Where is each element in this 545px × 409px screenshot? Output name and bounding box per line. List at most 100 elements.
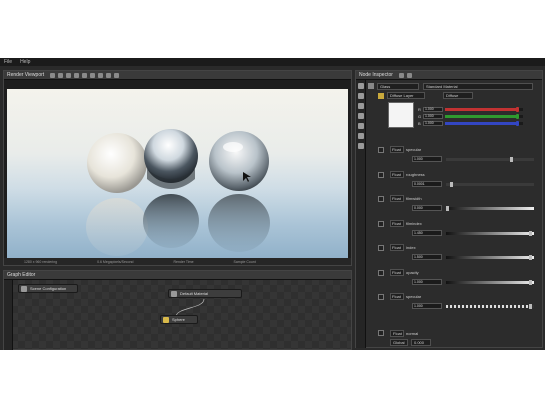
param-value-field[interactable]: 0.0001 bbox=[412, 180, 442, 187]
settings-icon[interactable] bbox=[114, 72, 120, 78]
layer-icon bbox=[378, 92, 384, 99]
param-checkbox[interactable] bbox=[378, 196, 384, 202]
grid-icon[interactable] bbox=[358, 93, 364, 99]
param-type-select[interactable]: Float bbox=[390, 170, 404, 178]
back-icon[interactable] bbox=[368, 83, 374, 89]
param-value-field[interactable]: 0.000 bbox=[412, 205, 442, 211]
param-value-field[interactable]: 1.500 bbox=[412, 254, 442, 260]
channel-red-knob[interactable] bbox=[515, 107, 519, 112]
param-name: index bbox=[406, 245, 416, 250]
param-value-field[interactable]: 1.000 bbox=[412, 278, 442, 285]
param-checkbox[interactable] bbox=[378, 294, 384, 300]
param-checkbox[interactable] bbox=[378, 269, 384, 276]
param-slider-knob[interactable] bbox=[529, 279, 533, 285]
param-slider[interactable] bbox=[446, 279, 534, 285]
param-slider[interactable] bbox=[446, 230, 534, 236]
search-icon[interactable] bbox=[358, 103, 364, 109]
refresh-icon[interactable] bbox=[66, 72, 72, 78]
param-type-select[interactable]: Float bbox=[390, 195, 404, 202]
sphere-node-label: Sphere bbox=[172, 317, 185, 322]
select-icon[interactable] bbox=[90, 72, 96, 78]
param-type-select[interactable]: Float bbox=[390, 268, 404, 276]
param-slider[interactable] bbox=[446, 206, 534, 211]
param-type-select[interactable]: Float bbox=[390, 244, 404, 251]
sphere-reflection-pearl bbox=[86, 198, 148, 256]
lock-icon[interactable] bbox=[406, 72, 412, 78]
color-swatch[interactable] bbox=[388, 102, 414, 128]
status-samples: Sample Count bbox=[233, 259, 256, 264]
param-checkbox[interactable] bbox=[378, 147, 384, 153]
channel-blue-slider[interactable] bbox=[445, 121, 523, 126]
camera-icon[interactable] bbox=[98, 72, 104, 78]
channel-green-slider[interactable] bbox=[445, 114, 523, 119]
param-slider[interactable] bbox=[446, 157, 534, 162]
param-slider[interactable] bbox=[446, 255, 534, 260]
param-slider[interactable] bbox=[446, 304, 534, 309]
param-value-field[interactable]: 1.450 bbox=[412, 229, 442, 236]
param-checkbox[interactable] bbox=[378, 245, 384, 251]
param-type-select[interactable]: Float bbox=[390, 293, 404, 300]
normal-space-select[interactable]: Global bbox=[390, 339, 408, 346]
channel-red-slider[interactable] bbox=[445, 107, 523, 112]
preset-select[interactable]: Glass bbox=[377, 82, 419, 90]
sphere-chrome bbox=[209, 131, 269, 191]
channel-red: R 1.000 bbox=[418, 107, 523, 112]
param-name: specular bbox=[406, 147, 422, 152]
menu-file[interactable]: File bbox=[4, 59, 12, 65]
channel-red-value[interactable]: 1.000 bbox=[423, 107, 443, 112]
param-slider[interactable] bbox=[446, 181, 534, 187]
channel-green-knob[interactable] bbox=[515, 114, 519, 119]
param-slider-knob[interactable] bbox=[446, 206, 449, 211]
render-viewer-panel: Render Viewport 1280 x 960 rendering 0.6… bbox=[3, 70, 352, 266]
param-type-select[interactable]: Float bbox=[390, 219, 404, 227]
normal-sub-row: Global 0.000 bbox=[390, 339, 431, 346]
inspector-side-toolbar bbox=[356, 80, 366, 348]
sphere-reflection-glass bbox=[143, 194, 199, 248]
normal-row: Float normal bbox=[378, 329, 540, 337]
render-canvas[interactable] bbox=[7, 89, 348, 260]
param-value-field[interactable]: 1.000 bbox=[412, 156, 442, 162]
param-checkbox[interactable] bbox=[378, 220, 384, 227]
zoom-icon[interactable] bbox=[74, 72, 80, 78]
inspector-title: Node Inspector bbox=[359, 72, 393, 78]
material-select[interactable]: Standard Material bbox=[423, 82, 533, 90]
normal-value-field[interactable]: 0.000 bbox=[411, 339, 431, 346]
normal-checkbox[interactable] bbox=[378, 330, 384, 336]
channel-blue-knob[interactable] bbox=[515, 121, 519, 126]
layer-select[interactable]: Diffuse Layer bbox=[387, 92, 425, 99]
viewer-title: Render Viewport bbox=[7, 72, 45, 78]
copy-icon[interactable] bbox=[58, 72, 64, 78]
channel-blue-value[interactable]: 1.000 bbox=[423, 121, 443, 126]
param-row-specular: Float specular 1.000 bbox=[378, 292, 540, 312]
diffuse-mode-select[interactable]: Diffuse bbox=[443, 92, 473, 99]
inspector-header: Node Inspector bbox=[356, 71, 542, 80]
menu-help[interactable]: Help bbox=[20, 59, 30, 65]
param-type-select[interactable]: Float bbox=[390, 146, 404, 153]
sphere-node[interactable]: Sphere bbox=[160, 315, 198, 324]
param-slider-knob[interactable] bbox=[509, 157, 513, 162]
channel-green-value[interactable]: 1.000 bbox=[423, 114, 443, 119]
light-bulb-icon[interactable] bbox=[358, 123, 364, 129]
param-row-filmindex: Float filmindex 1.450 bbox=[378, 219, 540, 239]
material-icon[interactable] bbox=[358, 113, 364, 119]
status-time: Render Time bbox=[173, 259, 194, 264]
param-value-field[interactable]: 1.000 bbox=[412, 303, 442, 309]
pin-icon[interactable] bbox=[398, 72, 404, 78]
home-icon[interactable] bbox=[358, 83, 364, 89]
save-icon[interactable] bbox=[50, 72, 56, 78]
gear-icon[interactable] bbox=[358, 143, 364, 149]
param-checkbox[interactable] bbox=[378, 171, 384, 178]
param-slider-knob[interactable] bbox=[529, 304, 533, 309]
param-slider-knob[interactable] bbox=[529, 255, 533, 260]
pan-icon[interactable] bbox=[82, 72, 88, 78]
camera-icon[interactable] bbox=[358, 133, 364, 139]
graph-links bbox=[175, 298, 205, 318]
param-row-index: Float index 1.500 bbox=[378, 243, 540, 263]
param-row-specular: Float specular 1.000 bbox=[378, 145, 540, 165]
menu-bar: File Help bbox=[0, 58, 545, 66]
normal-type-select[interactable]: Float bbox=[390, 329, 404, 337]
graph-editor-panel[interactable]: Graph Editor Scene Configuration Default… bbox=[3, 270, 352, 350]
light-icon[interactable] bbox=[106, 72, 112, 78]
param-slider-knob[interactable] bbox=[450, 181, 454, 187]
param-slider-knob[interactable] bbox=[529, 230, 533, 236]
